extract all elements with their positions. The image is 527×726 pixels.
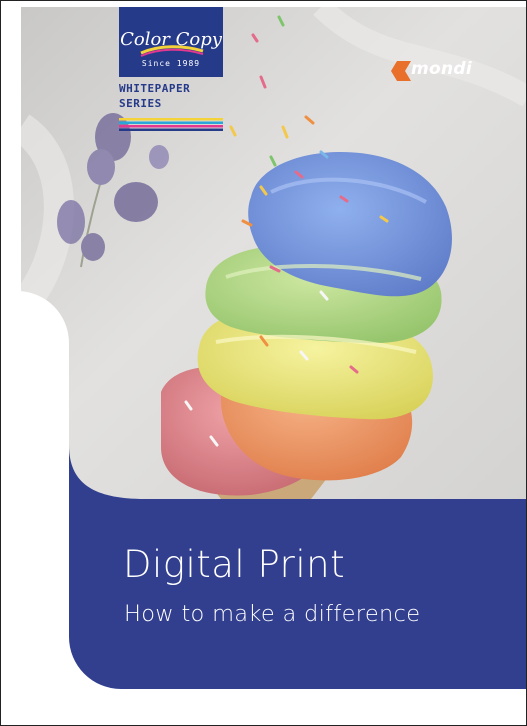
series-line-2: SERIES xyxy=(119,97,162,110)
series-line-1: WHITEPAPER xyxy=(119,82,191,95)
mondi-logo-text: mondi xyxy=(411,59,472,79)
document-subtitle: How to make a difference xyxy=(124,601,421,627)
colorcopy-since: Since 1989 xyxy=(141,59,201,68)
whitepaper-series-label: WHITEPAPER SERIES xyxy=(119,81,190,111)
whitepaper-cover: Digital Print Digital Print How to make … xyxy=(0,0,527,726)
document-title-text: Digital Print xyxy=(123,543,346,586)
white-margin-curve xyxy=(1,291,69,711)
color-stripes-icon xyxy=(119,118,223,131)
title-panel: Digital Print xyxy=(69,499,526,689)
